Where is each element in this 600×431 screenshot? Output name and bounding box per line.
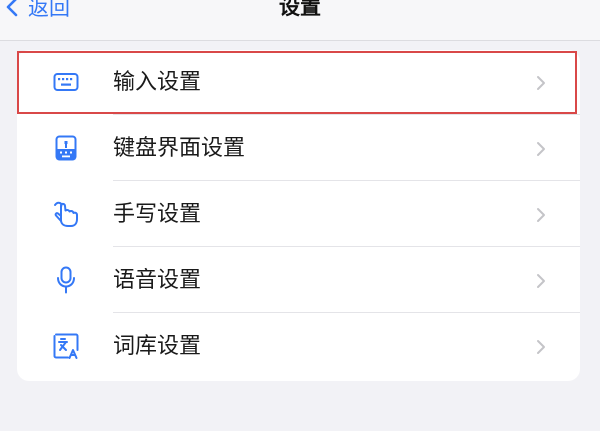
row-divider bbox=[113, 114, 580, 115]
keyboard-icon bbox=[51, 67, 81, 97]
row-divider bbox=[113, 180, 580, 181]
settings-item-label: 手写设置 bbox=[113, 202, 202, 227]
settings-list: 输入设置 键盘界面设置 手写设置 语音设置 词库设置 bbox=[17, 50, 580, 381]
chevron-right-icon bbox=[537, 274, 545, 288]
settings-item-label: 语音设置 bbox=[113, 268, 202, 293]
back-button-label: 返回 bbox=[28, 0, 70, 20]
settings-item-input[interactable]: 输入设置 bbox=[17, 50, 580, 115]
chevron-left-icon bbox=[6, 0, 18, 17]
nav-divider bbox=[0, 40, 600, 41]
chevron-right-icon bbox=[537, 142, 545, 156]
settings-item-dictionary[interactable]: 词库设置 bbox=[17, 314, 580, 379]
row-divider bbox=[113, 312, 580, 313]
chevron-right-icon bbox=[537, 340, 545, 354]
settings-item-label: 键盘界面设置 bbox=[113, 136, 246, 161]
chevron-right-icon bbox=[537, 76, 545, 90]
row-divider bbox=[113, 246, 580, 247]
microphone-icon bbox=[51, 265, 81, 295]
settings-item-keyboard-layout[interactable]: 键盘界面设置 bbox=[17, 116, 580, 181]
navigation-bar: 返回 设置 bbox=[0, 0, 600, 40]
settings-item-voice[interactable]: 语音设置 bbox=[17, 248, 580, 313]
chevron-right-icon bbox=[537, 208, 545, 222]
keyboard-layout-icon bbox=[51, 133, 81, 163]
settings-item-label: 词库设置 bbox=[113, 334, 202, 359]
settings-item-handwriting[interactable]: 手写设置 bbox=[17, 182, 580, 247]
dictionary-icon bbox=[51, 331, 81, 361]
page-title: 设置 bbox=[279, 0, 321, 19]
back-button[interactable]: 返回 bbox=[0, 0, 70, 22]
handwriting-icon bbox=[51, 199, 81, 229]
settings-item-label: 输入设置 bbox=[113, 70, 202, 95]
